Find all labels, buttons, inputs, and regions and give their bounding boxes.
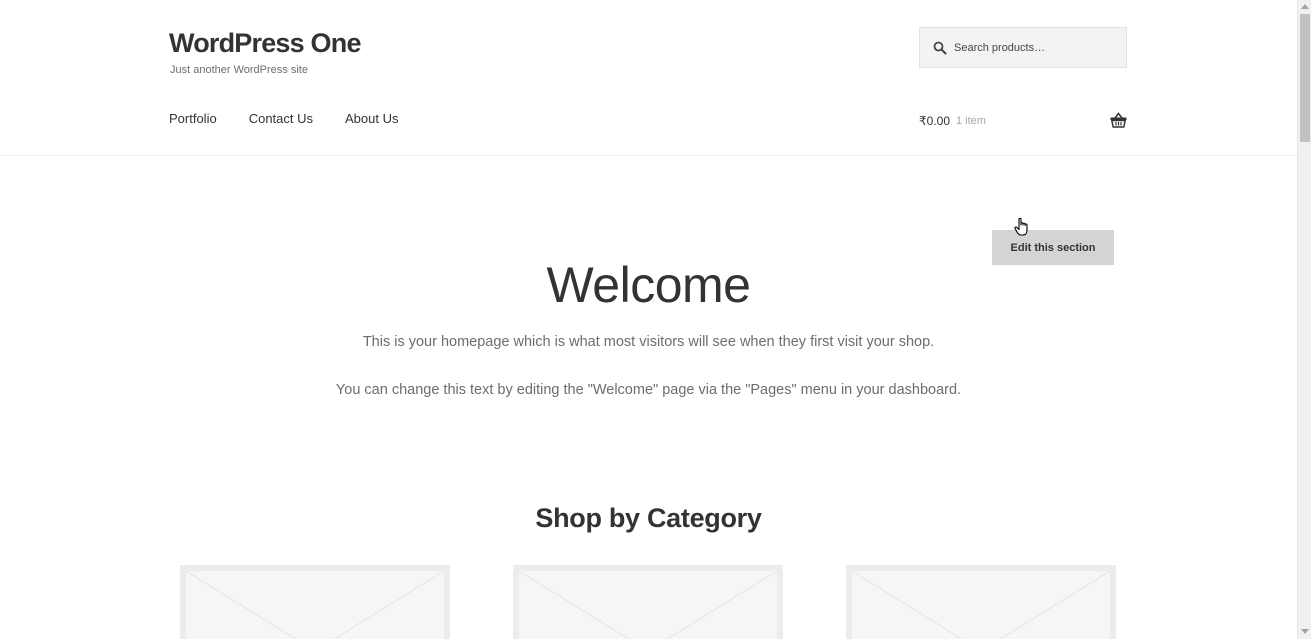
scroll-up-arrow-icon[interactable] — [1301, 4, 1309, 9]
category-image-placeholder — [186, 571, 444, 639]
shop-by-category-title: Shop by Category — [535, 503, 762, 533]
category-card[interactable] — [846, 565, 1116, 639]
nav-item-contact-us[interactable]: Contact Us — [249, 111, 313, 126]
category-card[interactable] — [180, 565, 450, 639]
cart-link[interactable]: ₹0.00 1 item — [919, 111, 1127, 131]
welcome-title: Welcome — [546, 257, 751, 313]
site-tagline: Just another WordPress site — [170, 64, 308, 76]
hand-cursor-icon — [1013, 217, 1033, 237]
search-input[interactable] — [954, 41, 1124, 54]
cart-amount: ₹0.00 — [919, 114, 950, 128]
category-image-placeholder — [852, 571, 1110, 639]
basket-icon[interactable] — [1110, 112, 1127, 128]
scrollbar-thumb[interactable] — [1300, 14, 1310, 142]
scroll-down-arrow-icon[interactable] — [1301, 629, 1309, 634]
search-box[interactable] — [919, 27, 1127, 68]
search-icon — [933, 41, 947, 55]
category-card[interactable] — [513, 565, 783, 639]
cart-count: 1 item — [956, 115, 986, 127]
welcome-paragraph-1: This is your homepage which is what most… — [362, 334, 935, 350]
welcome-paragraph-2: You can change this text by editing the … — [335, 382, 962, 398]
nav-item-about-us[interactable]: About Us — [345, 111, 398, 126]
site-title[interactable]: WordPress One — [169, 28, 361, 59]
site-header: WordPress One Just another WordPress sit… — [0, 0, 1297, 156]
category-image-placeholder — [519, 571, 777, 639]
main-nav: Portfolio Contact Us About Us — [169, 111, 399, 126]
nav-item-portfolio[interactable]: Portfolio — [169, 111, 217, 126]
vertical-scrollbar[interactable] — [1297, 0, 1311, 639]
